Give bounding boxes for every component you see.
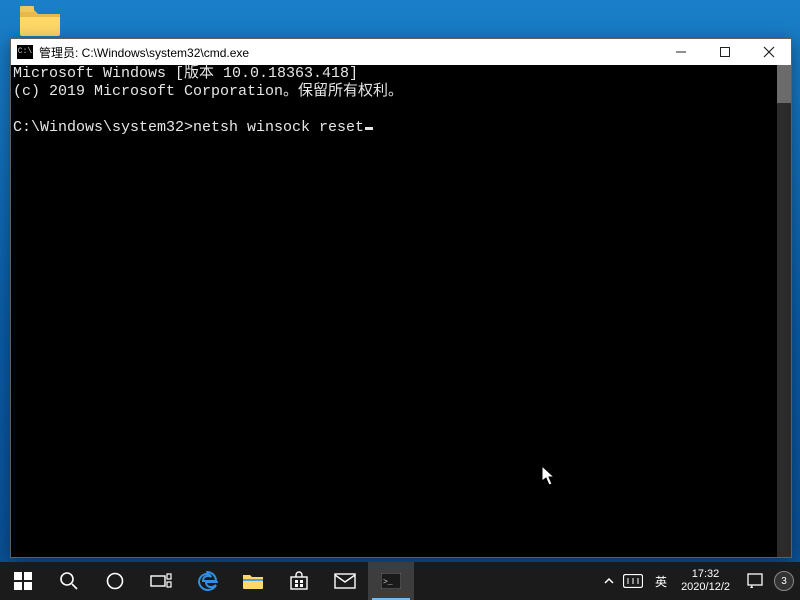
notification-badge[interactable]: 3 [774,571,794,591]
notification-count: 3 [781,576,787,587]
taskbar-spacer [414,562,597,600]
cmd-taskbar-button[interactable]: >_ [368,562,414,600]
action-center-button[interactable] [740,572,770,590]
scrollbar-track[interactable] [777,65,791,557]
clock-date: 2020/12/2 [681,581,730,594]
desktop[interactable]: C:\ 管理员: C:\Windows\system32\cmd.exe Mic… [0,0,800,600]
console-line-1: Microsoft Windows [版本 10.0.18363.418] [13,65,358,82]
console-line-2: (c) 2019 Microsoft Corporation。保留所有权利。 [13,83,403,100]
window-title: 管理员: C:\Windows\system32\cmd.exe [39,44,249,61]
cmd-icon: C:\ [17,45,33,59]
console-body[interactable]: Microsoft Windows [版本 10.0.18363.418] (c… [11,65,791,557]
folder-icon[interactable] [18,4,62,38]
minimize-button[interactable] [659,39,703,65]
clock-time: 17:32 [681,568,730,581]
text-cursor [365,127,373,130]
svg-text:>_: >_ [383,578,393,587]
system-tray: 英 17:32 2020/12/2 3 [597,562,800,600]
file-explorer-button[interactable] [230,562,276,600]
tray-overflow-button[interactable] [603,575,615,587]
console-prompt: C:\Windows\system32> [13,119,193,136]
close-button[interactable] [747,39,791,65]
keyboard-icon[interactable] [619,574,647,588]
start-button[interactable] [0,562,46,600]
ime-indicator[interactable]: 英 [651,573,671,590]
store-button[interactable] [276,562,322,600]
clock[interactable]: 17:32 2020/12/2 [675,568,736,594]
mail-button[interactable] [322,562,368,600]
maximize-button[interactable] [703,39,747,65]
taskbar: >_ 英 17:32 2020/12/2 3 [0,562,800,600]
titlebar[interactable]: C:\ 管理员: C:\Windows\system32\cmd.exe [11,39,791,65]
console-command: netsh winsock reset [193,119,364,136]
edge-button[interactable] [184,562,230,600]
task-view-button[interactable] [138,562,184,600]
search-button[interactable] [46,562,92,600]
cmd-window: C:\ 管理员: C:\Windows\system32\cmd.exe Mic… [10,38,792,558]
cortana-button[interactable] [92,562,138,600]
scrollbar-thumb[interactable] [777,65,791,103]
